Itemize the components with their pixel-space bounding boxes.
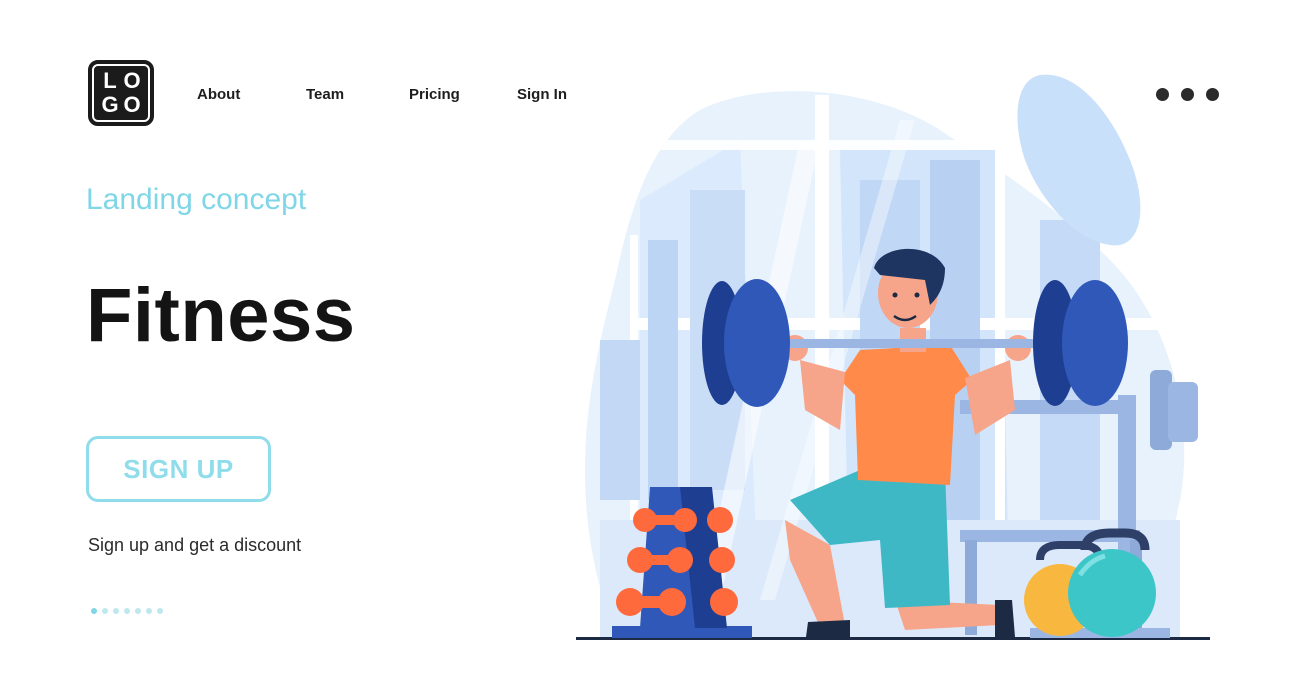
- hero-title: Fitness: [86, 273, 356, 358]
- logo-letter: O: [123, 92, 141, 117]
- nav-about[interactable]: About: [197, 86, 240, 103]
- nav-pricing[interactable]: Pricing: [409, 86, 460, 103]
- pager-dot[interactable]: [113, 608, 119, 614]
- logo[interactable]: L O G O: [88, 60, 154, 126]
- logo-letter: G: [101, 92, 119, 117]
- hero-subtitle: Landing concept: [86, 183, 307, 216]
- hero-note: Sign up and get a discount: [88, 535, 302, 555]
- pager-dot[interactable]: [146, 608, 152, 614]
- pager-dot[interactable]: [102, 608, 108, 614]
- fitness-illustration: [576, 74, 1210, 641]
- pager: [91, 608, 163, 614]
- pager-dot[interactable]: [135, 608, 141, 614]
- nav-team[interactable]: Team: [306, 86, 344, 103]
- sign-up-button[interactable]: SIGN UP: [86, 436, 271, 502]
- pager-dot[interactable]: [91, 608, 97, 614]
- pager-dot[interactable]: [124, 608, 130, 614]
- logo-letter: O: [123, 68, 141, 93]
- pager-dot[interactable]: [157, 608, 163, 614]
- logo-letter: L: [103, 68, 117, 93]
